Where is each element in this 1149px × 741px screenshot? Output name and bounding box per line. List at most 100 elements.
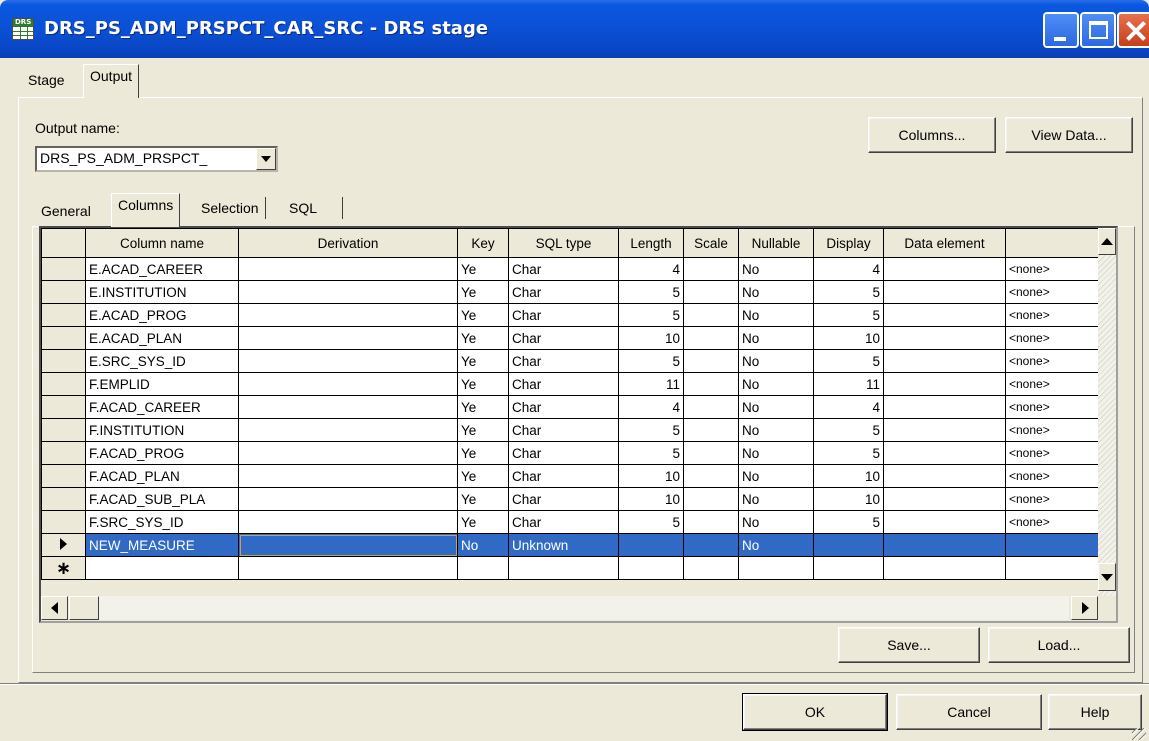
column-header[interactable]: Length bbox=[618, 228, 684, 258]
cell-sql-type[interactable]: Char bbox=[508, 418, 619, 442]
tab-general[interactable]: General bbox=[35, 200, 97, 222]
cell-scale[interactable] bbox=[683, 303, 739, 327]
columns-table[interactable]: Column name Derivation Key SQL type Leng… bbox=[41, 228, 1099, 580]
cell-name[interactable]: E.ACAD_PLAN bbox=[85, 326, 239, 350]
cell-extra[interactable]: <none> bbox=[1005, 349, 1099, 373]
cell-data-element[interactable] bbox=[883, 441, 1006, 465]
cell-data-element[interactable] bbox=[883, 349, 1006, 373]
column-header[interactable]: Scale bbox=[683, 228, 739, 258]
vertical-scrollbar[interactable] bbox=[1098, 228, 1116, 596]
cell-name[interactable]: F.ACAD_PLAN bbox=[85, 464, 239, 488]
cell-data-element[interactable] bbox=[883, 303, 1006, 327]
cell-data-element[interactable] bbox=[883, 372, 1006, 396]
cell-name[interactable] bbox=[85, 556, 239, 580]
cell-name[interactable]: E.SRC_SYS_ID bbox=[85, 349, 239, 373]
row-header[interactable] bbox=[41, 303, 86, 327]
cell-key[interactable]: Ye bbox=[457, 441, 509, 465]
cell-name[interactable]: NEW_MEASURE bbox=[85, 533, 239, 557]
cell-data-element[interactable] bbox=[883, 556, 1006, 580]
scroll-up-button[interactable] bbox=[1098, 228, 1116, 255]
cell-scale[interactable] bbox=[683, 556, 739, 580]
column-header[interactable]: SQL type bbox=[508, 228, 619, 258]
cell-display[interactable]: 11 bbox=[813, 372, 884, 396]
cell-length[interactable] bbox=[618, 556, 684, 580]
cell-sql-type[interactable]: Char bbox=[508, 487, 619, 511]
cell-extra[interactable]: <none> bbox=[1005, 464, 1099, 488]
cell-extra[interactable]: <none> bbox=[1005, 510, 1099, 534]
cell-nullable[interactable]: No bbox=[738, 464, 814, 488]
load-button[interactable]: Load... bbox=[988, 627, 1130, 663]
cell-length[interactable]: 5 bbox=[618, 349, 684, 373]
scroll-down-button[interactable] bbox=[1098, 563, 1116, 591]
horizontal-scroll-thumb[interactable] bbox=[69, 596, 99, 620]
cell-nullable[interactable]: No bbox=[738, 510, 814, 534]
cell-length[interactable]: 10 bbox=[618, 464, 684, 488]
column-header[interactable]: Nullable bbox=[738, 228, 814, 258]
cell-name[interactable]: F.ACAD_SUB_PLA bbox=[85, 487, 239, 511]
cell-extra[interactable]: <none> bbox=[1005, 280, 1099, 304]
cell-display[interactable]: 4 bbox=[813, 395, 884, 419]
cell-display[interactable] bbox=[813, 556, 884, 580]
cell-name[interactable]: F.INSTITUTION bbox=[85, 418, 239, 442]
cell-data-element[interactable] bbox=[883, 464, 1006, 488]
horizontal-scroll-track[interactable] bbox=[99, 596, 1069, 620]
cell-display[interactable]: 10 bbox=[813, 326, 884, 350]
table-row[interactable]: F.ACAD_PROG Ye Char 5 No 5 <none> bbox=[41, 441, 1099, 465]
cell-length[interactable]: 5 bbox=[618, 303, 684, 327]
column-header[interactable]: Display bbox=[813, 228, 884, 258]
minimize-button[interactable] bbox=[1043, 12, 1079, 48]
column-header[interactable]: Data element bbox=[883, 228, 1006, 258]
column-header[interactable]: Derivation bbox=[238, 228, 458, 258]
cell-display[interactable]: 5 bbox=[813, 349, 884, 373]
cell-data-element[interactable] bbox=[883, 533, 1006, 557]
cell-derivation[interactable] bbox=[238, 487, 458, 511]
table-row[interactable]: F.INSTITUTION Ye Char 5 No 5 <none> bbox=[41, 418, 1099, 442]
cell-nullable[interactable]: No bbox=[738, 257, 814, 281]
columns-grid[interactable]: Column name Derivation Key SQL type Leng… bbox=[39, 226, 1118, 623]
cell-data-element[interactable] bbox=[883, 510, 1006, 534]
cell-length[interactable]: 11 bbox=[618, 372, 684, 396]
cell-key[interactable]: Ye bbox=[457, 257, 509, 281]
cell-scale[interactable] bbox=[683, 257, 739, 281]
table-row[interactable]: E.INSTITUTION Ye Char 5 No 5 <none> bbox=[41, 280, 1099, 304]
cell-derivation[interactable] bbox=[238, 280, 458, 304]
cell-extra[interactable] bbox=[1005, 533, 1099, 557]
cell-key[interactable]: Ye bbox=[457, 487, 509, 511]
cell-length[interactable]: 5 bbox=[618, 280, 684, 304]
cell-length[interactable]: 5 bbox=[618, 441, 684, 465]
cell-nullable[interactable]: No bbox=[738, 349, 814, 373]
cell-derivation[interactable] bbox=[238, 303, 458, 327]
table-row[interactable]: F.ACAD_CAREER Ye Char 4 No 4 <none> bbox=[41, 395, 1099, 419]
cell-length[interactable]: 4 bbox=[618, 395, 684, 419]
row-header[interactable] bbox=[41, 280, 86, 304]
cell-key[interactable] bbox=[457, 556, 509, 580]
cell-scale[interactable] bbox=[683, 326, 739, 350]
cell-scale[interactable] bbox=[683, 349, 739, 373]
cell-extra[interactable]: <none> bbox=[1005, 303, 1099, 327]
cell-display[interactable]: 4 bbox=[813, 257, 884, 281]
cell-key[interactable]: Ye bbox=[457, 464, 509, 488]
cell-derivation[interactable] bbox=[238, 395, 458, 419]
cell-extra[interactable]: <none> bbox=[1005, 326, 1099, 350]
cell-extra[interactable] bbox=[1005, 556, 1099, 580]
tab-stage[interactable]: Stage bbox=[22, 69, 71, 91]
cell-nullable[interactable]: No bbox=[738, 533, 814, 557]
cell-derivation[interactable] bbox=[238, 556, 458, 580]
close-button[interactable] bbox=[1117, 12, 1149, 48]
cell-sql-type[interactable]: Char bbox=[508, 326, 619, 350]
table-row[interactable]: F.ACAD_PLAN Ye Char 10 No 10 <none> bbox=[41, 464, 1099, 488]
cell-sql-type[interactable]: Char bbox=[508, 257, 619, 281]
scroll-left-button[interactable] bbox=[41, 596, 68, 620]
cell-name[interactable]: F.ACAD_CAREER bbox=[85, 395, 239, 419]
row-header[interactable] bbox=[41, 395, 86, 419]
tab-selection[interactable]: Selection bbox=[195, 197, 266, 219]
ok-button[interactable]: OK bbox=[742, 693, 888, 731]
cell-sql-type[interactable]: Unknown bbox=[508, 533, 619, 557]
row-header[interactable] bbox=[41, 510, 86, 534]
cell-sql-type[interactable]: Char bbox=[508, 464, 619, 488]
cell-nullable[interactable]: No bbox=[738, 326, 814, 350]
table-row[interactable]: E.ACAD_CAREER Ye Char 4 No 4 <none> bbox=[41, 257, 1099, 281]
cell-sql-type[interactable]: Char bbox=[508, 395, 619, 419]
save-button[interactable]: Save... bbox=[838, 627, 980, 663]
row-header[interactable] bbox=[41, 533, 86, 557]
